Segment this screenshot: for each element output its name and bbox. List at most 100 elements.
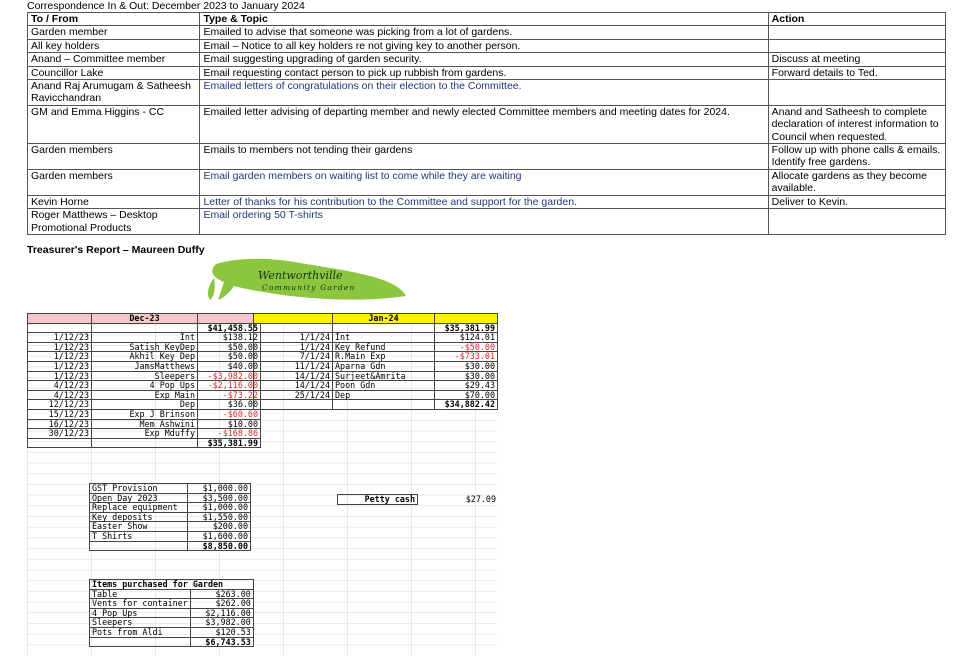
january-ledger: Jan-24 $35,381.99 1/1/24 Int $124.01 1/1/24… bbox=[253, 313, 498, 410]
cell-action: Allocate gardens as they become availabl… bbox=[767, 168, 947, 196]
correspondence-row: Garden members Email garden members on wa… bbox=[26, 168, 947, 196]
correspondence-row: Anand – Committee member Email suggesting… bbox=[26, 52, 947, 67]
cell-to-from: Garden member bbox=[26, 25, 201, 40]
ledger-amount: $30.00 bbox=[434, 360, 498, 372]
row-amount: $1,600.00 bbox=[187, 530, 251, 542]
cell-topic: Email suggesting upgrading of garden sec… bbox=[199, 52, 769, 67]
ledger-amount: -$168.86 bbox=[197, 428, 261, 439]
provisions-table: GST Provision $1,000.00 Open Day 2023 $3,50… bbox=[89, 483, 251, 552]
correspondence-row: Councillor Lake Email requesting contact … bbox=[26, 65, 947, 81]
cell-to-from: Garden members bbox=[26, 168, 201, 196]
cell-topic: Email – Notice to all key holders re not… bbox=[199, 38, 769, 54]
cell-action bbox=[767, 208, 947, 235]
cell-topic: Letter of thanks for his contribution to… bbox=[199, 194, 769, 210]
ledger-date: 1/12/23 bbox=[27, 360, 92, 372]
dec-ledger-row: 30/12/23 Exp Mduffy -$168.86 bbox=[27, 428, 261, 439]
row-label: T Shirts bbox=[89, 530, 188, 542]
row-label: Replace equipment bbox=[89, 502, 188, 513]
provisions-row: GST Provision $1,000.00 bbox=[89, 483, 251, 494]
correspondence-row: Roger Matthews – Desktop Promotional Pro… bbox=[26, 208, 947, 235]
cell-topic: Email ordering 50 T-shirts bbox=[199, 208, 769, 235]
correspondence-row: Garden member Emailed to advise that some… bbox=[26, 25, 947, 40]
provisions-total: $8,850.00 bbox=[187, 540, 251, 552]
ledger-description: Poon Gdn bbox=[332, 380, 435, 391]
ledger-amount: -$60.60 bbox=[197, 408, 261, 420]
ledger-date: 14/1/24 bbox=[253, 380, 333, 391]
community-garden-logo: Wentworthville Community Garden bbox=[207, 258, 406, 300]
cell-to-from: Councillor Lake bbox=[26, 65, 201, 81]
petty-cash: Petty cash $27.09 bbox=[337, 494, 498, 505]
ledger-date: 1/12/23 bbox=[27, 332, 92, 343]
table-header-row: To / From Type & Topic Action bbox=[26, 11, 947, 27]
provisions-row: Replace equipment $1,000.00 bbox=[89, 502, 251, 513]
ledger-amount: $36.00 bbox=[197, 399, 261, 410]
row-amount: $1,000.00 bbox=[187, 483, 251, 494]
items-row: Pots from Aldi $120.53 bbox=[89, 626, 254, 638]
jan-ledger-row: 11/1/24 Aparna Gdn $30.00 bbox=[253, 360, 498, 372]
logo-line-1: Wentworthville bbox=[258, 269, 343, 282]
dec-ledger-row: 15/12/23 Exp J Brinson -$60.60 bbox=[27, 408, 261, 420]
correspondence-table: To / From Type & Topic Action Garden mem… bbox=[26, 11, 947, 235]
jan-ledger-row: 14/1/24 Poon Gdn $29.43 bbox=[253, 380, 498, 391]
correspondence-row: Kevin Horne Letter of thanks for his cont… bbox=[26, 194, 947, 210]
cell-to-from: Roger Matthews – Desktop Promotional Pro… bbox=[26, 208, 201, 235]
correspondence-row: Garden members Emails to members not tend… bbox=[26, 143, 947, 170]
correspondence-row: All key holders Email – Notice to all key… bbox=[26, 38, 947, 54]
ledger-description: Int bbox=[91, 332, 198, 343]
row-amount: $1,000.00 bbox=[187, 502, 251, 513]
header-to-from: To / From bbox=[26, 11, 201, 27]
items-total: $6,743.53 bbox=[189, 636, 254, 648]
treasurer-report-title: Treasurer's Report – Maureen Duffy bbox=[27, 244, 205, 256]
ledger-date: 12/12/23 bbox=[27, 399, 92, 410]
petty-cash-label: Petty cash bbox=[337, 494, 418, 505]
ledger-amount: $138.12 bbox=[197, 332, 261, 343]
ledger-description: Int bbox=[332, 332, 435, 343]
correspondence-body: Garden member Emailed to advise that some… bbox=[26, 25, 947, 235]
ledger-description: Aparna Gdn bbox=[332, 360, 435, 372]
items-header: Items purchased for Garden bbox=[89, 579, 254, 590]
document-title: Correspondence In & Out: December 2023 t… bbox=[27, 0, 305, 12]
cell-topic: Email requesting contact person to pick … bbox=[199, 65, 769, 81]
cell-action bbox=[767, 79, 947, 106]
cell-to-from: GM and Emma Higgins - CC bbox=[26, 104, 201, 145]
cell-action: Discuss at meeting bbox=[767, 52, 947, 67]
header-type-topic: Type & Topic bbox=[199, 11, 769, 27]
cell-to-from: Anand Raj Arumugam & Satheesh Ravicchand… bbox=[26, 79, 201, 106]
row-label: Vents for container bbox=[89, 598, 191, 609]
correspondence-row: GM and Emma Higgins - CC Emailed letter a… bbox=[26, 104, 947, 145]
jan-header: Jan-24 bbox=[332, 313, 435, 324]
cell-topic: Email garden members on waiting list to … bbox=[199, 168, 769, 196]
cell-action bbox=[767, 25, 947, 40]
ledger-date: 11/1/24 bbox=[253, 360, 333, 372]
cell-topic: Emailed to advise that someone was picki… bbox=[199, 25, 769, 40]
ledger-date: 1/1/24 bbox=[253, 332, 333, 343]
ledger-amount: $124.01 bbox=[434, 332, 498, 343]
ledger-description: Exp Mduffy bbox=[91, 428, 198, 439]
ledger-description: 4 Pop Ups bbox=[91, 380, 198, 391]
dec-closing-balance: $35,381.99 bbox=[197, 437, 261, 449]
ledger-description: Dep bbox=[332, 389, 435, 401]
correspondence-row: Anand Raj Arumugam & Satheesh Ravicchand… bbox=[26, 79, 947, 106]
cell-to-from: Kevin Horne bbox=[26, 194, 201, 210]
cell-action: Follow up with phone calls & emails. Ide… bbox=[767, 143, 947, 170]
items-row: Vents for container $262.00 bbox=[89, 598, 254, 609]
ledger-date: 4/12/23 bbox=[27, 380, 92, 391]
ledger-description: JamsMatthews bbox=[91, 360, 198, 372]
dec-ledger-row: 12/12/23 Dep $36.00 bbox=[27, 399, 261, 410]
row-label: GST Provision bbox=[89, 483, 188, 494]
cell-action bbox=[767, 38, 947, 54]
cell-to-from: Garden members bbox=[26, 143, 201, 170]
items-purchased-table: Items purchased for Garden Table $263.00 V… bbox=[89, 579, 254, 648]
jan-ledger-row: 1/1/24 Int $124.01 bbox=[253, 332, 498, 343]
cell-to-from: All key holders bbox=[26, 38, 201, 54]
dec-header: Dec-23 bbox=[91, 313, 198, 324]
ledger-date: 25/1/24 bbox=[253, 389, 333, 401]
cell-action: Deliver to Kevin. bbox=[767, 194, 947, 210]
ledger-date: 30/12/23 bbox=[27, 428, 92, 439]
cell-topic: Emailed letter advising of departing mem… bbox=[199, 104, 769, 145]
dec-ledger-row: 1/12/23 Int $138.12 bbox=[27, 332, 261, 343]
dec-ledger-row: 1/12/23 JamsMatthews $40.00 bbox=[27, 360, 261, 372]
row-label: Pots from Aldi bbox=[89, 626, 191, 638]
logo-line-2: Community Garden bbox=[262, 283, 356, 292]
header-action: Action bbox=[767, 11, 947, 27]
